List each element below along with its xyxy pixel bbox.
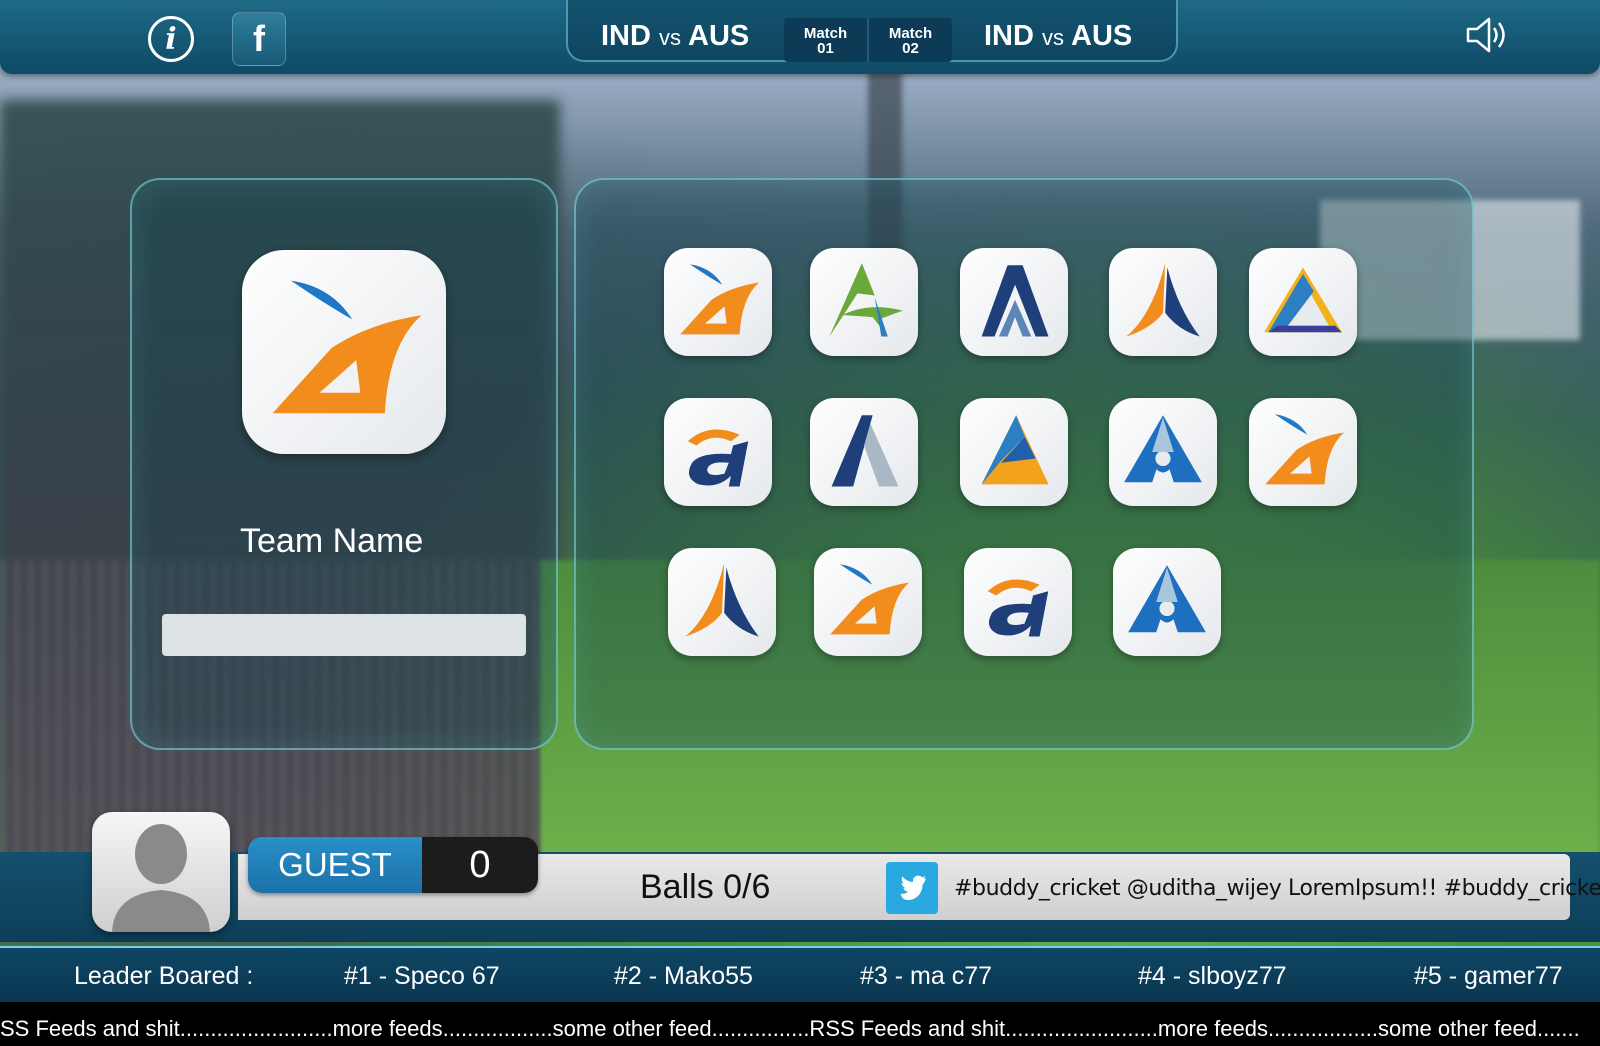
logo-option[interactable]	[810, 248, 918, 356]
leaderboard-entry[interactable]: #3 - ma c77	[860, 962, 992, 991]
logo-option[interactable]	[1109, 248, 1217, 356]
team-b-label: AUS	[688, 20, 750, 52]
twitter-feed: #buddy_cricket @uditha_wijey LoremIpsum!…	[954, 876, 1600, 901]
tab-number: 01	[817, 40, 834, 57]
match-selector: IND vs AUS Match 01 Match 02 IND vs AUS	[566, 0, 1178, 62]
team-b-label: AUS	[1071, 20, 1133, 52]
twitter-button[interactable]	[886, 862, 938, 914]
info-icon: i	[148, 16, 194, 62]
blue-orange-triangle-logo	[981, 415, 1049, 485]
vs-label: vs	[659, 25, 682, 50]
match-title-left[interactable]: IND vs AUS	[601, 20, 749, 53]
rss-ticker: SS Feeds and shit.......................…	[0, 1002, 1600, 1046]
navy-grey-a-logo	[831, 415, 899, 487]
orange-navy-a-logo	[1126, 263, 1200, 337]
team-name-input[interactable]	[162, 614, 526, 656]
top-bar: i f IND vs AUS Match 01 Match 02 IND vs …	[0, 0, 1600, 74]
logo-option[interactable]	[960, 398, 1068, 506]
sound-button[interactable]	[1460, 8, 1514, 62]
logo-option[interactable]	[964, 548, 1072, 656]
facebook-icon: f	[253, 18, 265, 59]
tab-label: Match	[803, 25, 848, 42]
twitter-icon	[900, 875, 926, 900]
logo-option[interactable]	[664, 398, 772, 506]
team-name-label: Team Name	[240, 522, 424, 560]
match-title-right[interactable]: IND vs AUS	[984, 20, 1132, 53]
logo-option[interactable]	[1249, 248, 1357, 356]
leaderboard-entry[interactable]: #4 - slboyz77	[1138, 962, 1287, 991]
logo-option[interactable]	[814, 548, 922, 656]
player-score: 0	[422, 837, 538, 893]
orange-blue-swoosh-logo	[1265, 414, 1345, 485]
orange-navy-lowercase-a-logo	[987, 579, 1049, 637]
tab-match-01[interactable]: Match 01	[784, 18, 867, 62]
blue-keyhole-a-logo	[1124, 415, 1202, 483]
selected-team-logo	[242, 250, 446, 454]
leaderboard-entry[interactable]: #1 - Speco 67	[344, 962, 500, 991]
player-score-badge: GUEST 0	[248, 837, 538, 893]
team-panel: Team Name	[130, 178, 558, 750]
logo-option[interactable]	[1249, 398, 1357, 506]
vs-label: vs	[1042, 25, 1065, 50]
logo-option[interactable]	[1109, 398, 1217, 506]
facebook-button[interactable]: f	[232, 12, 286, 66]
logo-option[interactable]	[664, 248, 772, 356]
navy-a-logo	[981, 265, 1049, 337]
logo-option[interactable]	[1113, 548, 1221, 656]
tab-label: Match	[888, 25, 933, 42]
match-tabs: Match 01 Match 02	[784, 18, 952, 62]
speaker-icon	[1466, 17, 1505, 53]
tab-number: 02	[902, 40, 919, 57]
blue-keyhole-a-logo	[1128, 565, 1206, 633]
player-name: GUEST	[248, 837, 422, 893]
logo-grid-panel	[574, 178, 1474, 750]
gold-blue-a-logo	[1264, 267, 1342, 333]
tab-match-02[interactable]: Match 02	[867, 18, 952, 62]
orange-navy-a-logo	[685, 563, 759, 637]
orange-navy-lowercase-a-logo	[687, 429, 749, 487]
logo-option[interactable]	[960, 248, 1068, 356]
balls-counter: Balls 0/6	[640, 868, 771, 906]
user-silhouette-icon	[112, 824, 210, 932]
orange-blue-swoosh-logo	[272, 280, 422, 414]
green-a-logo	[829, 263, 903, 337]
logo-option[interactable]	[810, 398, 918, 506]
orange-blue-swoosh-logo	[830, 564, 910, 635]
info-button[interactable]: i	[144, 12, 198, 66]
team-a-label: IND	[984, 20, 1034, 52]
player-avatar[interactable]	[92, 812, 230, 932]
team-a-label: IND	[601, 20, 651, 52]
logo-option[interactable]	[668, 548, 776, 656]
leaderboard: Leader Boared : #1 - Speco 67 #2 - Mako5…	[0, 946, 1600, 1002]
leaderboard-entry[interactable]: #5 - gamer77	[1414, 962, 1563, 991]
leaderboard-label: Leader Boared :	[74, 962, 254, 990]
leaderboard-entry[interactable]: #2 - Mako55	[614, 962, 753, 991]
orange-blue-swoosh-logo	[680, 264, 760, 335]
